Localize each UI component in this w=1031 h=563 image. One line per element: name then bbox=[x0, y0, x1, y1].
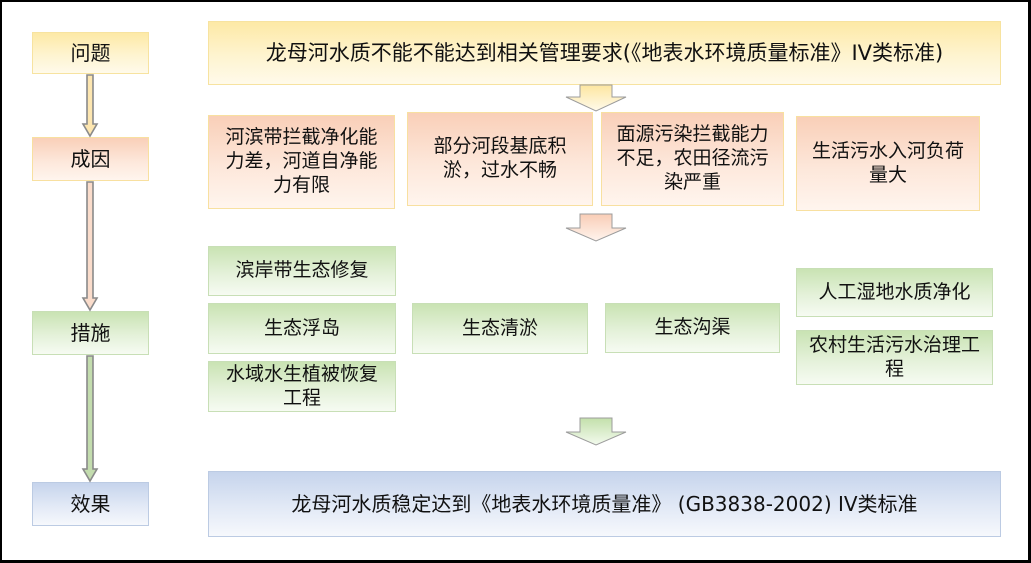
block-down-arrow-icon bbox=[565, 417, 627, 446]
block-down-arrow-icon bbox=[565, 84, 627, 112]
stage-label-measure: 措施 bbox=[32, 311, 149, 355]
measure-box: 生态浮岛 bbox=[208, 303, 396, 354]
down-arrow-icon bbox=[81, 355, 99, 483]
measure-box: 生态沟渠 bbox=[605, 303, 780, 353]
cause-box: 部分河段基底积淤，过水不畅 bbox=[407, 112, 593, 206]
down-arrow-icon bbox=[81, 181, 99, 312]
effect-box: 龙母河水质稳定达到《地表水环境质量准》 (GB3838-2002) IV类标准 bbox=[208, 471, 1001, 537]
down-arrow-icon bbox=[81, 74, 99, 138]
measure-box: 人工湿地水质净化 bbox=[796, 268, 993, 317]
cause-box: 面源污染拦截能力不足，农田径流污染严重 bbox=[601, 112, 784, 206]
cause-box: 河滨带拦截净化能力差，河道自净能力有限 bbox=[208, 115, 395, 209]
measure-box: 生态清淤 bbox=[412, 303, 588, 354]
stage-label-cause: 成因 bbox=[32, 137, 149, 181]
block-down-arrow-icon bbox=[565, 213, 627, 242]
stage-label-problem: 问题 bbox=[32, 32, 149, 74]
measure-box: 滨岸带生态修复 bbox=[208, 246, 396, 296]
measure-box: 农村生活污水治理工程 bbox=[796, 330, 993, 385]
problem-box: 龙母河水质不能不能达到相关管理要求(《地表水环境质量标准》IV类标准) bbox=[208, 21, 1001, 85]
measure-box: 水域水生植被恢复工程 bbox=[208, 361, 396, 412]
cause-box: 生活污水入河负荷量大 bbox=[796, 116, 980, 211]
stage-label-effect: 效果 bbox=[32, 482, 149, 526]
